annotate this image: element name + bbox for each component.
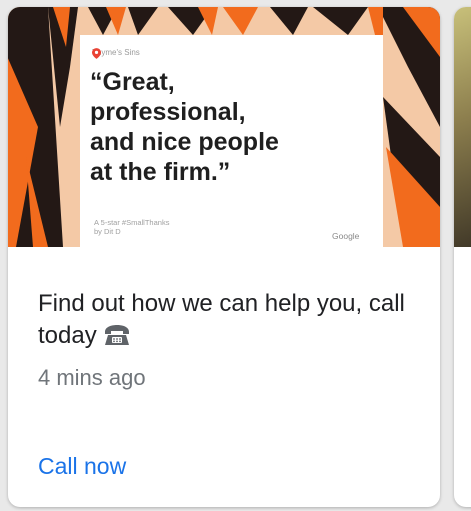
review-quote-panel: Thyme's Sins “Great, professional, and n… xyxy=(80,35,383,247)
small-thanks-credit: A 5-star #SmallThanks by Dit D xyxy=(94,218,170,236)
review-quote: “Great, professional, and nice people at… xyxy=(90,68,279,186)
google-logo: Google xyxy=(332,231,360,241)
call-now-button[interactable]: Call now xyxy=(38,453,126,480)
map-pin-icon xyxy=(92,48,101,59)
post-description-text: Find out how we can help you, call today xyxy=(38,290,405,349)
next-post-card[interactable] xyxy=(454,7,471,507)
post-timestamp: 4 mins ago xyxy=(38,365,146,390)
place-row: Thyme's Sins xyxy=(92,48,140,59)
telephone-icon xyxy=(104,325,129,345)
next-post-image xyxy=(454,7,471,247)
post-description: Find out how we can help you, call today xyxy=(38,288,418,352)
post-image: Thyme's Sins “Great, professional, and n… xyxy=(8,7,440,247)
post-card[interactable]: Thyme's Sins “Great, professional, and n… xyxy=(8,7,440,507)
